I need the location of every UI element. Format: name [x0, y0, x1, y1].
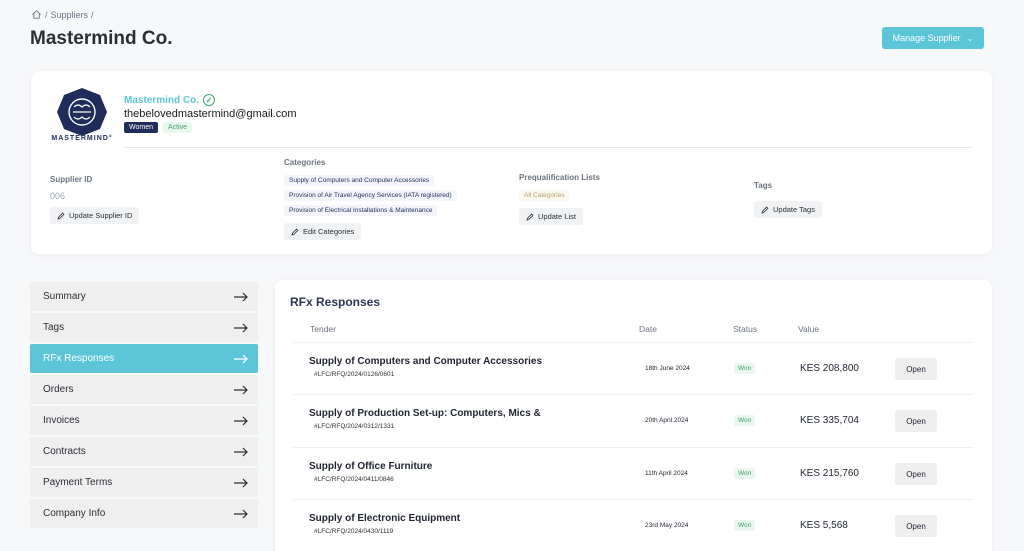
menu-item-label: Tags	[43, 322, 65, 333]
menu-item-label: Orders	[43, 384, 74, 395]
menu-item-label: Summary	[43, 291, 86, 302]
home-icon[interactable]	[31, 9, 42, 20]
supplier-side-menu: Summary Tags RFx Responses Orders Invoic…	[30, 282, 258, 530]
menu-item-label: Invoices	[43, 415, 80, 426]
table-row: Supply of Electronic Equipment #LFC/RFQ/…	[293, 499, 973, 551]
column-header-tender: Tender	[310, 324, 336, 334]
category-chip: Supply of Computers and Computer Accesso…	[284, 175, 435, 186]
column-header-date: Date	[639, 324, 657, 334]
chevron-down-icon: ⌄	[966, 33, 974, 43]
arrow-right-icon	[234, 447, 248, 456]
status-badge: Active	[163, 122, 193, 133]
status-badge: Won	[734, 520, 756, 531]
breadcrumb-item-suppliers[interactable]: Suppliers	[51, 10, 89, 20]
tender-title: Supply of Office Furniture	[309, 461, 433, 472]
open-button[interactable]: Open	[895, 358, 937, 380]
tender-date: 18th June 2024	[645, 365, 690, 372]
menu-item-tags[interactable]: Tags	[30, 313, 258, 342]
menu-item-payment-terms[interactable]: Payment Terms	[30, 468, 258, 497]
arrow-right-icon	[234, 416, 248, 425]
update-supplier-id-button[interactable]: Update Supplier ID	[50, 207, 140, 224]
tender-title: Supply of Production Set-up: Computers, …	[309, 408, 541, 419]
tender-value: KES 215,760	[800, 468, 859, 479]
breadcrumb-trailing-separator: /	[91, 9, 94, 20]
update-list-label: Update List	[538, 212, 576, 221]
update-supplier-id-label: Update Supplier ID	[69, 211, 133, 220]
supplier-name: Mastermind Co. ✓	[124, 94, 216, 106]
supplier-id-value: 006	[50, 191, 66, 201]
manage-supplier-button[interactable]: Manage Supplier ⌄	[882, 27, 984, 49]
arrow-right-icon	[234, 354, 248, 363]
tender-date: 11th April 2024	[645, 470, 688, 477]
category-chip: Provision of Air Travel Agency Services …	[284, 190, 457, 201]
status-badge: Won	[734, 363, 756, 374]
tender-reference: #LFC/RFQ/2024/0312/1331	[314, 423, 395, 430]
update-tags-button[interactable]: Update Tags	[754, 201, 822, 218]
prequalification-chip: All Categories	[519, 190, 570, 201]
edit-categories-button[interactable]: Edit Categories	[284, 223, 362, 240]
menu-item-label: Payment Terms	[43, 477, 113, 488]
breadcrumb: / Suppliers /	[31, 9, 94, 20]
tender-reference: #LFC/RFQ/2024/0126/0601	[314, 371, 395, 378]
column-header-value: Value	[798, 324, 820, 334]
table-row: Supply of Computers and Computer Accesso…	[293, 342, 973, 394]
tender-title: Supply of Computers and Computer Accesso…	[309, 356, 543, 367]
status-badge: Won	[734, 415, 756, 426]
menu-item-company-info[interactable]: Company Info	[30, 499, 258, 528]
column-header-status: Status	[733, 324, 758, 334]
categories-label: Categories	[284, 158, 326, 167]
menu-item-invoices[interactable]: Invoices	[30, 406, 258, 435]
rfx-responses-card: RFx Responses Tender Date Status Value S…	[275, 280, 992, 551]
menu-item-label: Company Info	[43, 508, 106, 519]
menu-item-orders[interactable]: Orders	[30, 375, 258, 404]
supplier-profile-card: MASTERMIND° Mastermind Co. ✓ thebelovedm…	[31, 71, 992, 254]
arrow-right-icon	[234, 509, 248, 518]
edit-categories-label: Edit Categories	[303, 227, 355, 236]
update-list-button[interactable]: Update List	[519, 208, 583, 225]
logo-wordmark: MASTERMIND°	[51, 135, 113, 142]
group-badge: Women	[124, 122, 158, 133]
menu-item-label: RFx Responses	[43, 353, 115, 364]
pencil-icon	[291, 228, 299, 236]
tender-date: 20th April 2024	[645, 417, 689, 424]
tender-reference: #LFC/RFQ/2024/0430/1119	[314, 528, 394, 535]
category-chip: Provision of Electrical Installations & …	[284, 205, 438, 216]
pencil-icon	[526, 213, 534, 221]
verified-check-icon: ✓	[203, 94, 216, 106]
rfx-title: RFx Responses	[290, 295, 381, 309]
tender-reference: #LFC/RFQ/2024/0411/0846	[314, 476, 394, 483]
tender-title: Supply of Electronic Equipment	[309, 513, 461, 524]
arrow-right-icon	[234, 478, 248, 487]
prequalification-label: Prequalification Lists	[519, 173, 600, 182]
divider	[124, 147, 972, 148]
supplier-email: thebelovedmastermind@gmail.com	[124, 108, 297, 120]
table-row: Supply of Production Set-up: Computers, …	[293, 394, 973, 446]
tags-label: Tags	[754, 181, 773, 190]
update-tags-label: Update Tags	[773, 205, 815, 214]
arrow-right-icon	[234, 385, 248, 394]
menu-item-contracts[interactable]: Contracts	[30, 437, 258, 466]
menu-item-label: Contracts	[43, 446, 86, 457]
supplier-name-text: Mastermind Co.	[124, 94, 200, 106]
manage-supplier-label: Manage Supplier	[892, 33, 961, 43]
table-row: Supply of Office Furniture #LFC/RFQ/2024…	[293, 447, 973, 499]
arrow-right-icon	[234, 292, 248, 301]
tender-value: KES 208,800	[800, 363, 859, 374]
menu-item-summary[interactable]: Summary	[30, 282, 258, 311]
status-badge: Won	[734, 468, 756, 479]
menu-item-rfx-responses[interactable]: RFx Responses	[30, 344, 258, 373]
page-title: Mastermind Co.	[30, 28, 173, 49]
pencil-icon	[761, 206, 769, 214]
tender-date: 23rd May 2024	[645, 522, 689, 529]
open-button[interactable]: Open	[895, 410, 937, 432]
open-button[interactable]: Open	[895, 463, 937, 485]
open-button[interactable]: Open	[895, 515, 937, 537]
pencil-icon	[57, 212, 65, 220]
supplier-id-label: Supplier ID	[50, 175, 93, 184]
breadcrumb-separator: /	[45, 9, 48, 20]
tender-value: KES 335,704	[800, 415, 859, 426]
tender-value: KES 5,568	[800, 520, 848, 531]
arrow-right-icon	[234, 323, 248, 332]
